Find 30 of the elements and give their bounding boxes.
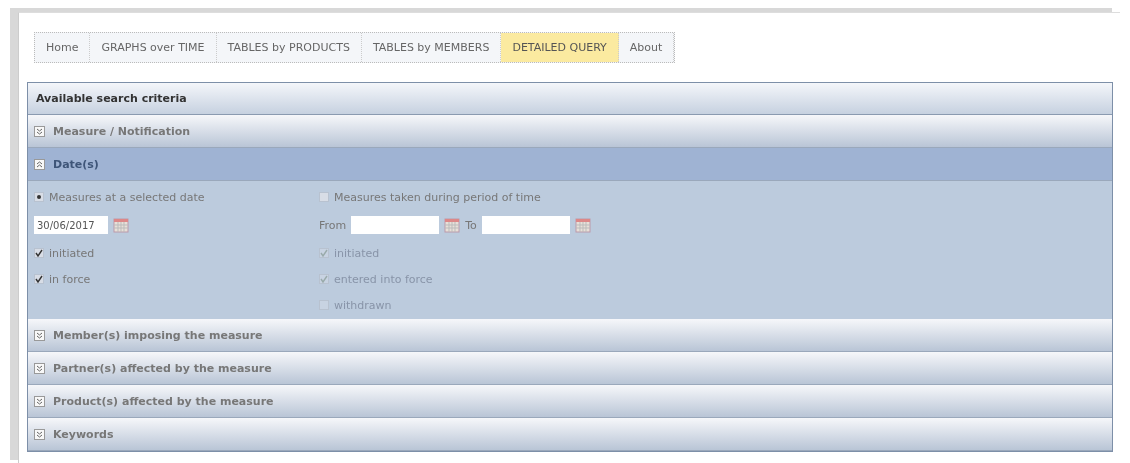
section-header[interactable]: Member(s) imposing the measure xyxy=(28,319,1112,352)
panel-title: Available search criteria xyxy=(28,83,1112,115)
expand-icon xyxy=(34,362,45,374)
calendar-icon[interactable] xyxy=(574,217,591,233)
expand-icon xyxy=(34,125,45,137)
section-header[interactable]: Partner(s) affected by the measure xyxy=(28,352,1112,385)
option-label: Measures taken during period of time xyxy=(334,190,541,204)
section-header[interactable]: Measure / Notification xyxy=(28,115,1112,148)
field-label: To xyxy=(465,218,477,232)
date-field[interactable] xyxy=(351,216,440,234)
checkbox[interactable] xyxy=(34,248,44,258)
date-field[interactable] xyxy=(481,216,570,234)
expand-icon xyxy=(34,395,45,407)
calendar-icon[interactable] xyxy=(444,217,461,233)
expand-icon xyxy=(34,329,45,341)
option-label: initiated xyxy=(49,246,95,260)
calendar-icon[interactable] xyxy=(113,217,129,233)
radio-button[interactable] xyxy=(34,192,44,202)
date-field[interactable]: 30/06/2017 xyxy=(34,216,108,234)
expand-icon xyxy=(34,428,45,440)
radio-button[interactable] xyxy=(319,192,329,202)
option-label: in force xyxy=(49,272,91,286)
field-label: From xyxy=(319,218,347,232)
section-header[interactable]: Date(s) xyxy=(28,148,1112,181)
checkbox[interactable] xyxy=(34,274,44,284)
nav-tab[interactable]: DETAILED QUERY xyxy=(501,33,619,62)
collapse-icon xyxy=(34,158,45,170)
section-header[interactable]: Product(s) affected by the measure xyxy=(28,385,1112,418)
option-label: Measures at a selected date xyxy=(49,190,205,204)
section-header[interactable]: Keywords xyxy=(28,418,1112,451)
